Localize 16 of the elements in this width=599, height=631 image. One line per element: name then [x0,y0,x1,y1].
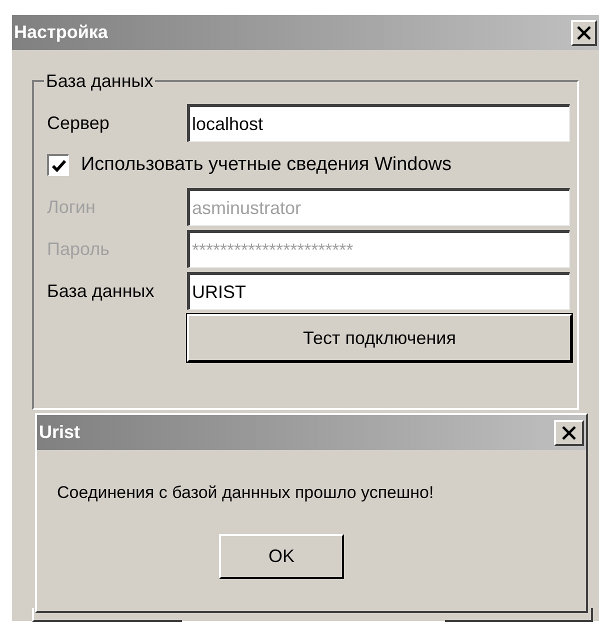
close-button[interactable] [571,20,597,46]
input-field[interactable]: URIST [187,272,570,310]
input-field[interactable]: localhost [187,104,570,142]
ok-button[interactable]: OK [219,534,344,579]
field-label: База данных [47,280,156,303]
close-button[interactable] [554,420,584,446]
dialog-title: Urist [39,421,80,444]
close-icon [576,26,592,40]
field-label: Сервер [47,112,110,135]
test-connection-button[interactable]: Тест подключения [187,314,572,362]
window-title: Настройка [14,21,108,44]
check-icon [52,160,66,172]
checkbox[interactable] [47,154,69,176]
checkbox-label: Использовать учетные сведения Windows [81,152,452,177]
close-icon [561,426,577,440]
message-text: Соединения с базой даннных прошло успешно! [57,483,434,502]
